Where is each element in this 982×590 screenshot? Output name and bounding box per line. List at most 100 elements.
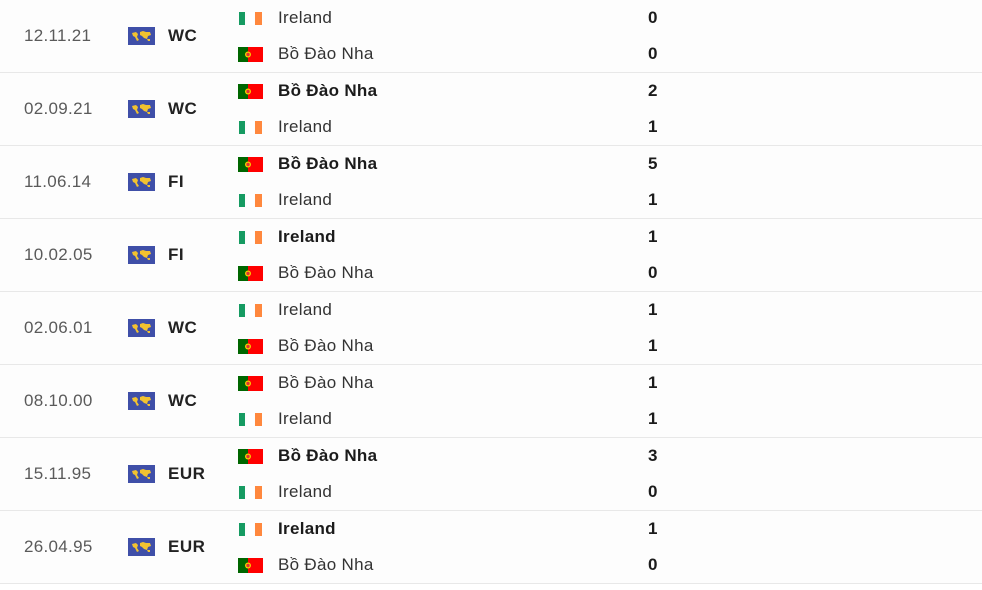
match-row[interactable]: 26.04.95 EUR Ireland Bồ Đào Nha 1 0 xyxy=(0,511,982,584)
team-flag-icon xyxy=(238,338,263,354)
competition-label: FI xyxy=(168,245,185,264)
world-map-icon xyxy=(128,173,155,191)
match-row[interactable]: 11.06.14 FI Bồ Đào Nha Ireland 5 1 xyxy=(0,146,982,219)
team-flag-icon xyxy=(238,11,263,26)
away-score: 1 xyxy=(648,117,658,136)
away-score: 0 xyxy=(648,482,658,501)
competition-label: WC xyxy=(168,391,198,410)
away-team[interactable]: Bồ Đào Nha xyxy=(238,547,374,583)
team-name: Ireland xyxy=(278,8,333,27)
home-team[interactable]: Ireland xyxy=(238,0,332,36)
team-name: Bồ Đào Nha xyxy=(278,336,374,355)
match-row[interactable]: 02.09.21 WC Bồ Đào Nha Ireland 2 1 xyxy=(0,73,982,146)
match-date: 08.10.00 xyxy=(24,391,93,410)
match-date: 11.06.14 xyxy=(24,172,92,191)
team-name: Ireland xyxy=(278,482,333,501)
team-flag-icon xyxy=(238,46,263,62)
away-team[interactable]: Ireland xyxy=(238,109,332,145)
team-flag-icon xyxy=(238,522,263,537)
away-team[interactable]: Bồ Đào Nha xyxy=(238,36,374,72)
home-score: 1 xyxy=(648,519,658,538)
portugal-flag-icon xyxy=(238,448,263,464)
team-flag-icon xyxy=(238,303,263,318)
team-flag-icon xyxy=(238,193,263,208)
home-team[interactable]: Ireland xyxy=(238,219,336,255)
team-name: Bồ Đào Nha xyxy=(278,44,374,63)
team-flag-icon xyxy=(238,156,263,172)
match-date: 02.06.01 xyxy=(24,318,93,337)
away-score: 0 xyxy=(648,44,658,63)
team-name: Ireland xyxy=(278,190,333,209)
match-row[interactable]: 15.11.95 EUR Bồ Đào Nha Ireland 3 0 xyxy=(0,438,982,511)
ireland-flag-icon xyxy=(239,193,262,207)
match-date: 10.02.05 xyxy=(24,245,93,264)
home-team[interactable]: Bồ Đào Nha xyxy=(238,438,377,474)
home-score: 3 xyxy=(648,446,658,465)
away-score: 1 xyxy=(648,190,658,209)
world-map-icon xyxy=(128,100,155,118)
match-row[interactable]: 10.02.05 FI Ireland Bồ Đào Nha 1 0 xyxy=(0,219,982,292)
away-team[interactable]: Bồ Đào Nha xyxy=(238,255,374,291)
match-row[interactable]: 02.06.01 WC Ireland Bồ Đào Nha 1 1 xyxy=(0,292,982,365)
home-score: 0 xyxy=(648,8,658,27)
match-row[interactable]: 08.10.00 WC Bồ Đào Nha Ireland 1 1 xyxy=(0,365,982,438)
world-map-icon xyxy=(128,246,155,264)
portugal-flag-icon xyxy=(238,265,263,281)
away-team[interactable]: Ireland xyxy=(238,401,332,437)
home-team[interactable]: Bồ Đào Nha xyxy=(238,365,374,401)
ireland-flag-icon xyxy=(239,120,262,134)
competition-label: WC xyxy=(168,318,198,337)
world-map-icon xyxy=(128,538,155,556)
home-team[interactable]: Bồ Đào Nha xyxy=(238,146,377,182)
home-team[interactable]: Ireland xyxy=(238,292,332,328)
team-name: Bồ Đào Nha xyxy=(278,154,378,173)
away-team[interactable]: Ireland xyxy=(238,474,332,510)
home-score: 1 xyxy=(648,373,658,392)
team-flag-icon xyxy=(238,485,263,500)
team-name: Bồ Đào Nha xyxy=(278,555,374,574)
portugal-flag-icon xyxy=(238,156,263,172)
match-date: 15.11.95 xyxy=(24,464,92,483)
team-flag-icon xyxy=(238,120,263,135)
portugal-flag-icon xyxy=(238,338,263,354)
portugal-flag-icon xyxy=(238,83,263,99)
team-name: Ireland xyxy=(278,519,336,538)
team-name: Bồ Đào Nha xyxy=(278,81,378,100)
portugal-flag-icon xyxy=(238,557,263,573)
team-name: Bồ Đào Nha xyxy=(278,373,374,392)
head-to-head-list: 12.11.21 WC Ireland Bồ Đào Nha 0 0 02.09… xyxy=(0,0,982,584)
team-name: Bồ Đào Nha xyxy=(278,446,378,465)
portugal-flag-icon xyxy=(238,375,263,391)
away-score: 1 xyxy=(648,409,658,428)
team-flag-icon xyxy=(238,265,263,281)
team-flag-icon xyxy=(238,83,263,99)
home-score: 2 xyxy=(648,81,658,100)
away-team[interactable]: Bồ Đào Nha xyxy=(238,328,374,364)
match-row[interactable]: 12.11.21 WC Ireland Bồ Đào Nha 0 0 xyxy=(0,0,982,73)
away-team[interactable]: Ireland xyxy=(238,182,332,218)
team-name: Ireland xyxy=(278,300,333,319)
world-map-icon xyxy=(128,465,155,483)
away-score: 0 xyxy=(648,263,658,282)
competition-label: EUR xyxy=(168,537,206,556)
team-name: Ireland xyxy=(278,409,333,428)
world-map-icon xyxy=(128,27,155,45)
ireland-flag-icon xyxy=(239,412,262,426)
team-name: Ireland xyxy=(278,227,336,246)
competition-label: WC xyxy=(168,26,198,45)
home-team[interactable]: Ireland xyxy=(238,511,336,547)
home-score: 1 xyxy=(648,300,658,319)
world-map-icon xyxy=(128,319,155,337)
home-score: 5 xyxy=(648,154,658,173)
ireland-flag-icon xyxy=(239,485,262,499)
world-map-icon xyxy=(128,392,155,410)
competition-label: WC xyxy=(168,99,198,118)
team-flag-icon xyxy=(238,412,263,427)
home-team[interactable]: Bồ Đào Nha xyxy=(238,73,377,109)
match-date: 12.11.21 xyxy=(24,26,92,45)
team-name: Bồ Đào Nha xyxy=(278,263,374,282)
ireland-flag-icon xyxy=(239,11,262,25)
team-flag-icon xyxy=(238,375,263,391)
away-score: 1 xyxy=(648,336,658,355)
competition-label: EUR xyxy=(168,464,206,483)
